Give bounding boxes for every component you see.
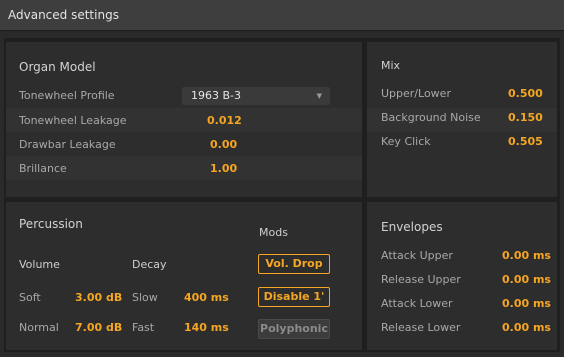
- slow-value[interactable]: 400 ms: [184, 291, 229, 304]
- fast-value[interactable]: 140 ms: [184, 321, 229, 334]
- tonewheel-profile-value: 1963 B-3: [191, 89, 242, 102]
- background-noise-label: Background Noise: [381, 111, 481, 124]
- slow-label: Slow: [132, 291, 158, 304]
- attack-upper-value[interactable]: 0.00 ms: [502, 249, 551, 262]
- normal-label: Normal: [19, 321, 59, 334]
- window-title: Advanced settings: [0, 0, 564, 31]
- tonewheel-leakage-label: Tonewheel Leakage: [19, 114, 127, 127]
- attack-lower-value[interactable]: 0.00 ms: [502, 297, 551, 310]
- release-upper-label: Release Upper: [381, 273, 461, 286]
- key-click-value[interactable]: 0.505: [508, 135, 543, 148]
- organ-model-title: Organ Model: [19, 60, 96, 74]
- fast-label: Fast: [132, 321, 155, 334]
- disable-1-button[interactable]: Disable 1': [258, 287, 330, 307]
- mods-header: Mods: [259, 226, 288, 239]
- drawbar-leakage-value[interactable]: 0.00: [210, 138, 237, 151]
- soft-label: Soft: [19, 291, 41, 304]
- key-click-label: Key Click: [381, 135, 431, 148]
- release-upper-value[interactable]: 0.00 ms: [502, 273, 551, 286]
- mix-title: Mix: [381, 59, 401, 72]
- attack-lower-label: Attack Lower: [381, 297, 453, 310]
- tonewheel-leakage-value[interactable]: 0.012: [207, 114, 242, 127]
- soft-value[interactable]: 3.00 dB: [75, 291, 122, 304]
- normal-value[interactable]: 7.00 dB: [75, 321, 122, 334]
- tonewheel-profile-label: Tonewheel Profile: [19, 89, 115, 102]
- upper-lower-label: Upper/Lower: [381, 87, 451, 100]
- attack-upper-label: Attack Upper: [381, 249, 453, 262]
- decay-header: Decay: [132, 258, 167, 271]
- drawbar-leakage-label: Drawbar Leakage: [19, 138, 116, 151]
- brillance-label: Brillance: [19, 162, 67, 175]
- percussion-title: Percussion: [19, 217, 83, 231]
- polyphonic-button[interactable]: Polyphonic: [258, 319, 330, 339]
- background-noise-value[interactable]: 0.150: [508, 111, 543, 124]
- vol-drop-button[interactable]: Vol. Drop: [258, 254, 330, 274]
- volume-header: Volume: [19, 258, 60, 271]
- envelopes-title: Envelopes: [381, 220, 443, 234]
- release-lower-label: Release Lower: [381, 321, 461, 334]
- brillance-value[interactable]: 1.00: [210, 162, 237, 175]
- tonewheel-profile-dropdown[interactable]: 1963 B-3 ▼: [182, 87, 330, 105]
- release-lower-value[interactable]: 0.00 ms: [502, 321, 551, 334]
- chevron-down-icon: ▼: [316, 92, 322, 100]
- upper-lower-value[interactable]: 0.500: [508, 87, 543, 100]
